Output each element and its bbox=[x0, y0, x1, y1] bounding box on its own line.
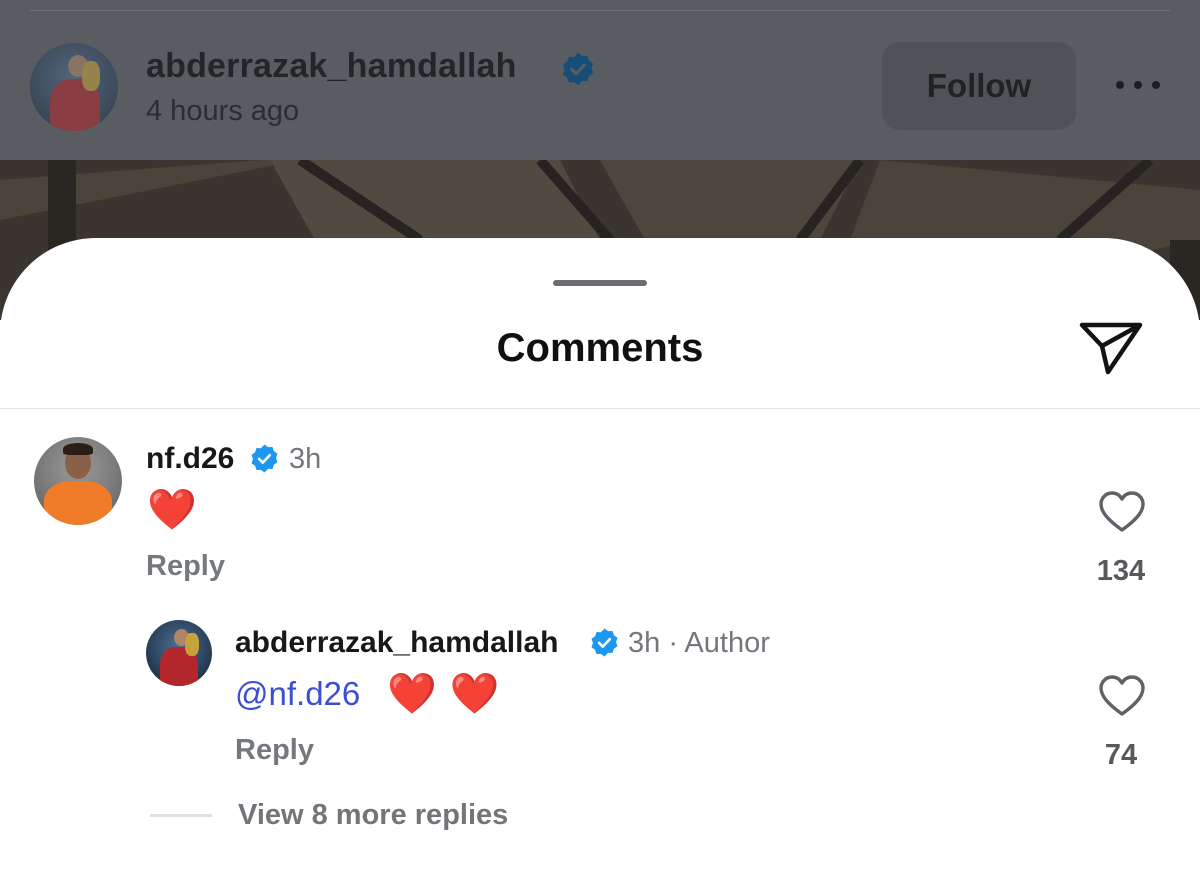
like-count: 74 bbox=[1104, 739, 1138, 771]
reply-timestamp-author: 3h · Author bbox=[628, 627, 770, 659]
reply-text: ❤️ ❤️ bbox=[387, 671, 500, 717]
mention-link[interactable]: @nf.d26 bbox=[235, 675, 360, 713]
divider bbox=[0, 408, 1200, 409]
comment-timestamp: 3h bbox=[289, 443, 322, 475]
post-header: abderrazak_hamdallah 4 hours ago Follow bbox=[0, 0, 1200, 160]
verified-badge-icon bbox=[562, 52, 594, 86]
verified-badge-icon bbox=[251, 444, 278, 473]
like-count: 134 bbox=[1096, 555, 1146, 587]
sheet-title: Comments bbox=[496, 326, 704, 370]
heart-icon[interactable] bbox=[1098, 490, 1146, 534]
more-options-icon[interactable] bbox=[1110, 70, 1166, 100]
follow-button[interactable]: Follow bbox=[882, 42, 1076, 130]
comment-text: ❤️ bbox=[147, 487, 197, 533]
sheet-drag-handle[interactable] bbox=[553, 280, 647, 286]
commenter-avatar[interactable] bbox=[34, 437, 122, 525]
share-icon[interactable] bbox=[1078, 320, 1144, 376]
comment-username[interactable]: nf.d26 bbox=[146, 442, 234, 476]
reply-username[interactable]: abderrazak_hamdallah bbox=[235, 626, 558, 660]
reply-author-avatar[interactable] bbox=[146, 620, 212, 686]
thread-line bbox=[150, 814, 212, 817]
reply-button[interactable]: Reply bbox=[146, 550, 225, 583]
view-more-replies-button[interactable]: View 8 more replies bbox=[238, 799, 508, 832]
post-timestamp: 4 hours ago bbox=[146, 95, 300, 127]
divider bbox=[30, 10, 1170, 11]
heart-icon[interactable] bbox=[1098, 674, 1146, 718]
post-username[interactable]: abderrazak_hamdallah bbox=[146, 47, 517, 86]
verified-badge-icon bbox=[591, 628, 618, 657]
post-author-avatar[interactable] bbox=[30, 43, 118, 131]
comments-sheet: Comments nf.d26 3h ❤️ Reply 134 abderraz… bbox=[0, 238, 1200, 879]
reply-button[interactable]: Reply bbox=[235, 734, 314, 767]
